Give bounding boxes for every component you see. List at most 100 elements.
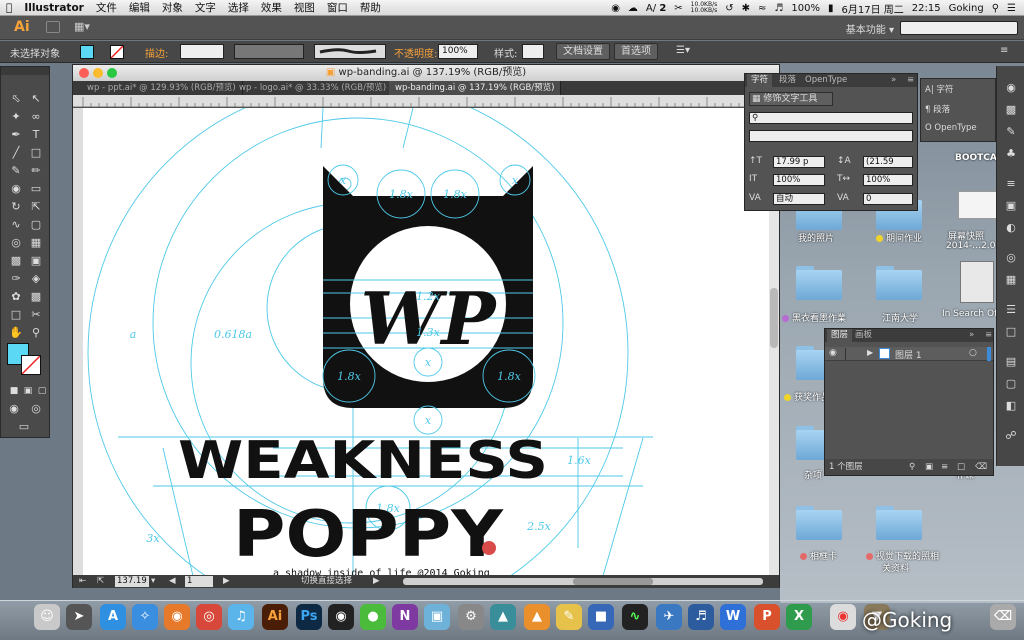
firefox-icon[interactable]: ◉ — [164, 604, 190, 630]
gradient-tool-icon[interactable]: ▣ — [27, 253, 45, 269]
photo-icon[interactable]: ▲ — [490, 604, 516, 630]
leading-field[interactable]: (21.59 — [863, 156, 913, 168]
tab-wp-banding[interactable]: wp-banding.ai @ 137.19% (RGB/预览) — [389, 81, 562, 95]
align-options-icon[interactable]: ☰▾ — [676, 45, 690, 56]
dock-item-opentype[interactable]: O OpenType — [925, 123, 977, 133]
tracking-field[interactable]: 0 — [863, 193, 913, 205]
brushes-panel-icon[interactable]: ✎ — [1002, 124, 1020, 140]
bluetooth-icon[interactable]: ✱ — [738, 3, 754, 14]
menu-window[interactable]: 窗口 — [321, 0, 354, 15]
variable-width-profile[interactable] — [234, 44, 304, 59]
bridge-icon[interactable] — [46, 21, 60, 33]
expand-triangle-icon[interactable]: ▶ — [867, 348, 873, 357]
tab-wp-logo[interactable]: wp - logo.ai* @ 33.33% (RGB/预览) — [233, 81, 394, 95]
app-menu[interactable]: Illustrator — [18, 2, 90, 14]
document-title-bar[interactable]: ▣ wp-banding.ai @ 137.19% (RGB/预览) — [73, 65, 779, 81]
spotlight-icon[interactable]: ⚲ — [988, 3, 1003, 14]
locate-object-icon[interactable]: ⚲ — [909, 459, 915, 475]
horizontal-scrollbar[interactable] — [403, 578, 763, 585]
symbol-sprayer-icon[interactable]: ✿ — [7, 289, 25, 305]
panel-collapse-icon[interactable]: » — [965, 329, 978, 342]
menu-select[interactable]: 选择 — [222, 0, 255, 15]
pathfinder-panel-icon[interactable]: ◧ — [1002, 398, 1020, 414]
zoom-dropdown-icon[interactable]: ▾ — [151, 575, 155, 588]
layer-name[interactable]: 图层 1 — [895, 348, 922, 361]
tab-opentype[interactable]: OpenType — [801, 74, 851, 87]
delete-layer-icon[interactable]: ⌫ — [975, 459, 987, 475]
direct-selection-tool-icon[interactable]: ↖ — [27, 91, 45, 107]
horizontal-scroll-thumb[interactable] — [573, 578, 653, 585]
rectangle-tool-icon[interactable]: □ — [27, 145, 45, 161]
paintbrush-icon[interactable]: ✎ — [7, 163, 25, 179]
none-mode-icon[interactable]: ▢ — [33, 383, 51, 399]
perspective-grid-icon[interactable]: ▦ — [27, 235, 45, 251]
blend-tool-icon[interactable]: ◈ — [27, 271, 45, 287]
mesh-tool-icon[interactable]: ▩ — [7, 253, 25, 269]
swatches-panel-icon[interactable]: ▩ — [1002, 102, 1020, 118]
qq-icon[interactable]: ◉ — [328, 604, 354, 630]
app-store-icon[interactable]: A — [100, 604, 126, 630]
line-tool-icon[interactable]: ╱ — [7, 145, 25, 161]
system-preferences-icon[interactable]: ⚙ — [458, 604, 484, 630]
links-panel-icon[interactable]: ☍ — [1002, 428, 1020, 444]
selection-tool-icon[interactable]: ⬁ — [7, 91, 25, 107]
rotate-tool-icon[interactable]: ↻ — [7, 199, 25, 215]
launchpad-icon[interactable]: ➤ — [66, 604, 92, 630]
transform-panel-icon[interactable]: ▢ — [1002, 376, 1020, 392]
artboard-canvas[interactable]: WP x x 1.8x 1.8x 1.2x 1.3x x 1.8x 1.8x x… — [83, 108, 769, 576]
pen-tool-icon[interactable]: ✒ — [7, 127, 25, 143]
menu-effect[interactable]: 效果 — [255, 0, 288, 15]
menu-edit[interactable]: 编辑 — [123, 0, 156, 15]
tab-character[interactable]: 字符 — [747, 74, 773, 87]
headphones-icon[interactable]: ♬ — [688, 604, 714, 630]
lasso-icon[interactable]: ∞ — [27, 109, 45, 125]
vertical-scale-field[interactable]: 100% — [773, 174, 825, 186]
next-artboard-icon[interactable]: ▶ — [223, 575, 230, 588]
powerpoint-icon[interactable]: P — [754, 604, 780, 630]
finder-icon[interactable]: ☺ — [34, 604, 60, 630]
battery-icon[interactable]: ▮ — [824, 3, 838, 14]
close-window-icon[interactable] — [79, 68, 89, 78]
panel-menu-icon[interactable]: ≡ — [981, 329, 996, 342]
graph-tool-icon[interactable]: ▩ — [27, 289, 45, 305]
gradient-panel-icon[interactable]: ▣ — [1002, 198, 1020, 214]
time-machine-icon[interactable]: ↺ — [721, 3, 737, 14]
battery-percent[interactable]: 100% — [787, 3, 824, 14]
scissors-icon[interactable]: ✂ — [670, 3, 686, 14]
graphic-styles-icon[interactable]: ▦ — [1002, 272, 1020, 288]
weibo-icon[interactable]: ◉ — [830, 604, 856, 630]
wechat-icon[interactable]: ● — [360, 604, 386, 630]
shape-builder-icon[interactable]: ◎ — [7, 235, 25, 251]
dock-item-paragraph[interactable]: ¶ 段落 — [925, 103, 950, 115]
hand-tool-icon[interactable]: ✋ — [7, 325, 25, 341]
status-text[interactable]: 切换直接选择 — [301, 575, 352, 588]
new-layer-icon[interactable]: □ — [957, 459, 965, 475]
type-tool-icon[interactable]: T — [27, 127, 45, 143]
stroke-label[interactable]: 描边: — [145, 45, 168, 60]
font-family-field[interactable]: ⚲ — [749, 112, 913, 124]
symbols-panel-icon[interactable]: ♣ — [1002, 146, 1020, 162]
itunes-icon[interactable]: ♫ — [228, 604, 254, 630]
slice-tool-icon[interactable]: ✂ — [27, 307, 45, 323]
graphic-style-swatch[interactable] — [522, 44, 544, 59]
safari-icon[interactable]: ✧ — [132, 604, 158, 630]
screen-mode-icon[interactable]: ▭ — [15, 419, 33, 435]
appearance-panel-icon[interactable]: ◎ — [1002, 250, 1020, 266]
stroke-swatch[interactable] — [21, 355, 41, 375]
horizontal-ruler[interactable] — [73, 95, 779, 107]
color-panel-icon[interactable]: ◉ — [1002, 80, 1020, 96]
stroke-weight-field[interactable] — [180, 44, 224, 59]
excel-icon[interactable]: X — [786, 604, 812, 630]
layers-panel-icon[interactable]: ☰ — [1002, 302, 1020, 318]
magic-wand-icon[interactable]: ✦ — [7, 109, 25, 125]
chrome-icon[interactable]: ◎ — [196, 604, 222, 630]
user-name[interactable]: Goking — [945, 3, 988, 14]
artboard-number-field[interactable]: 1 — [185, 576, 213, 587]
make-clipping-mask-icon[interactable]: ▣ — [925, 459, 933, 475]
date[interactable]: 6月17日 周二 — [837, 1, 907, 16]
horizontal-scale-field[interactable]: 100% — [863, 174, 913, 186]
status-menu-icon[interactable]: ▶ — [373, 575, 380, 588]
photoshop-icon[interactable]: Ps — [296, 604, 322, 630]
input-method-icon[interactable]: A/ 2 — [642, 3, 670, 14]
pages-icon[interactable]: ✎ — [556, 604, 582, 630]
